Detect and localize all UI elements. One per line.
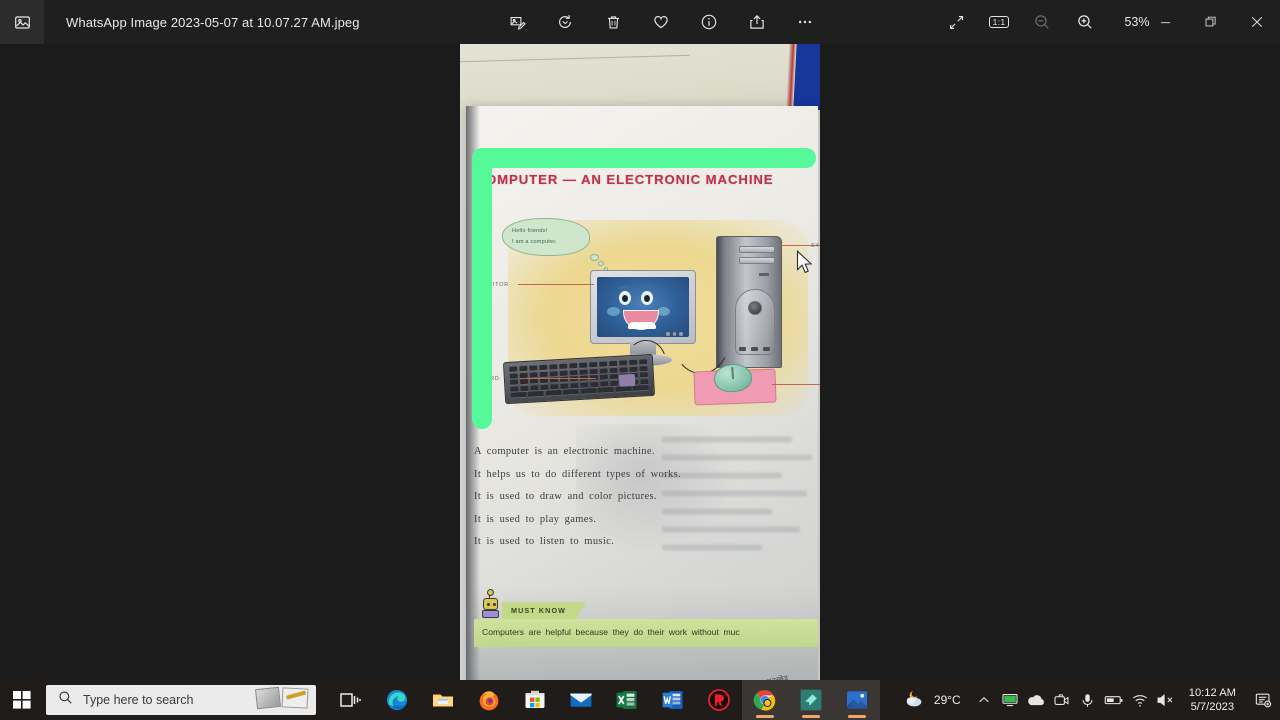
zoom-in-icon[interactable] [1073,10,1097,34]
highlight-stroke-left [472,154,492,429]
search-icon [58,690,73,710]
displayed-photo[interactable]: OMPUTER — AN ELECTRONIC MACHINE Hello fr… [460,44,820,680]
taskbar-microsoft-store[interactable] [512,680,558,720]
keyboard-illustration [502,353,656,405]
view-controls: 1:1 53% [944,0,1158,44]
title-bar: WhatsApp Image 2023-05-07 at 10.07.27 AM… [0,0,1280,44]
image-toolbar [505,0,817,44]
partly-cloudy-night-icon [903,688,927,713]
image-viewer-canvas[interactable]: OMPUTER — AN ELECTRONIC MACHINE Hello fr… [0,44,1280,680]
taskbar-clock[interactable]: 10:12 AM 5/7/2023 [1179,686,1246,714]
speech-bubble-line-1: Hello friends! [512,228,548,234]
wifi-icon[interactable] [1127,680,1153,720]
microphone-icon[interactable] [1075,680,1101,720]
weather-widget[interactable]: 29°C [897,688,971,713]
onedrive-cloud-icon[interactable] [1023,680,1049,720]
page-title: OMPUTER — AN ELECTRONIC MACHINE [486,172,774,187]
body-line: A computer is an electronic machine. [474,446,655,457]
power-button-graphic [748,301,762,315]
windows-taskbar: Type here to search 29°C 10:12 AM 5/7/20… [0,680,1280,720]
must-know-bar: Computers are helpful because they do th… [474,619,818,647]
taskbar-mail[interactable] [558,680,604,720]
search-illustration-icon [255,686,310,712]
taskbar-file-explorer[interactable] [420,680,466,720]
info-icon[interactable] [697,10,721,34]
zoom-out-icon[interactable] [1030,10,1054,34]
taskbar-app-list [328,680,880,720]
search-placeholder: Type here to search [83,693,194,707]
battery-icon[interactable] [1101,680,1127,720]
speech-bubble-dot [598,261,604,266]
body-line: It is used to draw and color pictures. [474,491,657,502]
delete-icon[interactable] [601,10,625,34]
body-line: It is used to play games. [474,513,597,525]
window-title: WhatsApp Image 2023-05-07 at 10.07.27 AM… [66,14,360,30]
speech-bubble-line-2: I am a computer. [512,239,557,245]
speech-bubble-dot [590,254,599,261]
restore-button[interactable] [1188,0,1234,44]
blue-book-object [786,44,820,112]
taskbar-redcircle-app[interactable] [696,680,742,720]
app-photo-icon [0,0,44,44]
mouse-cursor [796,249,814,276]
display-icon[interactable] [997,680,1023,720]
taskbar-teal-app[interactable] [788,680,834,720]
face-eye-left [619,291,631,305]
system-unit-callout: SY [811,243,820,249]
computer-illustration: Hello friends! I am a computer. [486,212,820,420]
monitor-leader-line [518,284,594,285]
speech-bubble: Hello friends! I am a computer. [502,218,590,256]
actual-size-icon[interactable]: 1:1 [987,10,1011,34]
camera-icon[interactable] [1049,680,1075,720]
search-input[interactable]: Type here to search [46,685,316,715]
window-controls [1142,0,1280,44]
minimize-button[interactable] [1142,0,1188,44]
task-view-button[interactable] [328,680,374,720]
taskbar-word[interactable] [650,680,696,720]
clock-time: 10:12 AM [1188,687,1236,699]
rotate-icon[interactable] [553,10,577,34]
speaker-muted-icon[interactable] [1153,680,1179,720]
taskbar-edge[interactable] [374,680,420,720]
highlight-stroke-top [472,148,816,168]
keyboard-leader-line [520,378,596,379]
share-icon[interactable] [745,10,769,34]
robot-icon [478,589,502,620]
must-know-tab-label: MUST KNOW [502,602,586,619]
clock-date: 5/7/2023 [1190,701,1235,713]
taskbar-excel[interactable] [604,680,650,720]
face-smile [623,310,659,330]
more-options-icon[interactable] [793,10,817,34]
taskbar-photos[interactable] [834,680,880,720]
start-button[interactable] [0,680,44,720]
system-tray: 29°C 10:12 AM 5/7/2023 [897,680,1280,720]
monitor-screen-face [597,277,689,337]
close-button[interactable] [1234,0,1280,44]
taskbar-chrome[interactable] [742,680,788,720]
must-know-text: Computers are helpful because they do th… [482,627,740,637]
weather-temperature: 29°C [933,693,961,707]
edit-image-icon[interactable] [505,10,529,34]
show-hidden-icons-chevron[interactable] [971,680,997,720]
photos-app-window: WhatsApp Image 2023-05-07 at 10.07.27 AM… [0,0,1280,720]
page-body-text: A computer is an electronic machine. It … [474,446,818,559]
mouse-leader-line [772,384,820,385]
fullscreen-icon[interactable] [944,10,968,34]
notifications-icon[interactable] [1246,680,1280,720]
face-eye-right [641,291,653,305]
taskbar-firefox[interactable] [466,680,512,720]
favorite-heart-icon[interactable] [649,10,673,34]
textbook-page: OMPUTER — AN ELECTRONIC MACHINE Hello fr… [466,106,820,680]
body-line: It helps us to do different types of wor… [474,468,681,480]
body-line: It is used to listen to music. [474,536,615,547]
